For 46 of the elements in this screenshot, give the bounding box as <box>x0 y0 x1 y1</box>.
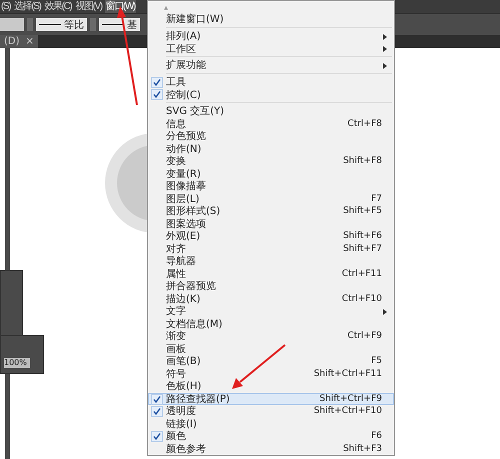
menu-item[interactable]: 图像描摹 <box>148 180 394 193</box>
menu-item[interactable]: 排列(A) <box>148 30 394 42</box>
fill-dropdown[interactable] <box>0 18 24 31</box>
menu-bar-item[interactable]: (S) <box>0 0 12 13</box>
menu-item[interactable]: 画板 <box>148 342 394 356</box>
menu-item[interactable]: 新建窗口(W) <box>148 13 394 26</box>
close-icon[interactable]: × <box>26 35 34 48</box>
menu-bar-item[interactable]: 效果(C) <box>43 0 72 13</box>
menu-item[interactable]: 控制(C) <box>148 88 394 101</box>
menu-item[interactable]: 图层(L) F7 <box>148 192 394 206</box>
menu-item[interactable]: 属性 Ctrl+F11 <box>148 268 394 280</box>
menu-item[interactable]: 颜色 F6 <box>148 430 394 443</box>
menu-item[interactable]: 导航器 <box>148 255 394 268</box>
menu-item[interactable]: 变换 Shift+F8 <box>148 155 394 168</box>
menu-item[interactable]: 信息 Ctrl+F8 <box>148 118 394 130</box>
annotation-arrow <box>232 344 286 389</box>
menu-item[interactable]: SVG 交互(Y) <box>148 105 394 118</box>
menu-item[interactable]: 图案选项 <box>148 218 394 230</box>
menu-bar-item[interactable]: 视图(V) <box>74 0 103 13</box>
menu-item[interactable]: 图形样式(S) Shift+F5 <box>148 205 394 218</box>
menu-item[interactable]: 描边(K) Ctrl+F10 <box>148 292 394 306</box>
zoom-field[interactable]: 100% <box>4 358 30 368</box>
menu-item[interactable]: 链接(I) <box>148 418 394 430</box>
menu-item[interactable]: 文字 <box>148 305 394 318</box>
menu-item[interactable]: 色板(H) <box>148 380 394 393</box>
menu-item[interactable]: 符号 Shift+Ctrl+F11 <box>148 368 394 380</box>
document-tab[interactable]: (D) × <box>0 35 38 48</box>
menu-bar-item[interactable]: 选择(S) <box>13 0 42 13</box>
menu-item[interactable]: 变量(R) <box>148 168 394 180</box>
menu-item[interactable]: 渐变 Ctrl+F9 <box>148 330 394 343</box>
menu-item[interactable]: 动作(N) <box>148 142 394 156</box>
menu-item[interactable]: 颜色参考 Shift+F3 <box>148 442 394 456</box>
menu-item[interactable]: 工具 <box>148 76 394 88</box>
menu-item[interactable]: 外观(E) Shift+F6 <box>148 230 394 243</box>
menu-item[interactable]: 拼合器预览 <box>148 280 394 293</box>
menu-bar-item[interactable]: 窗口(W) <box>104 0 136 13</box>
menu-item[interactable]: 画笔(B) F5 <box>148 355 394 368</box>
menu-item[interactable]: 路径查找器(P) Shift+Ctrl+F9 <box>148 392 394 406</box>
menu-item[interactable]: 透明度 Shift+Ctrl+F10 <box>148 405 394 418</box>
menu-item[interactable]: 对齐 Shift+F7 <box>148 242 394 256</box>
menu-item[interactable]: 文档信息(M) <box>148 318 394 330</box>
menu-item[interactable]: 扩展功能 <box>148 59 394 72</box>
menu-item[interactable]: 工作区 <box>148 42 394 55</box>
stroke-profile-dropdown[interactable]: 等比 <box>36 18 87 31</box>
menu-item[interactable]: 分色预览 <box>148 130 394 143</box>
brush-dropdown[interactable]: 基 <box>99 18 140 31</box>
